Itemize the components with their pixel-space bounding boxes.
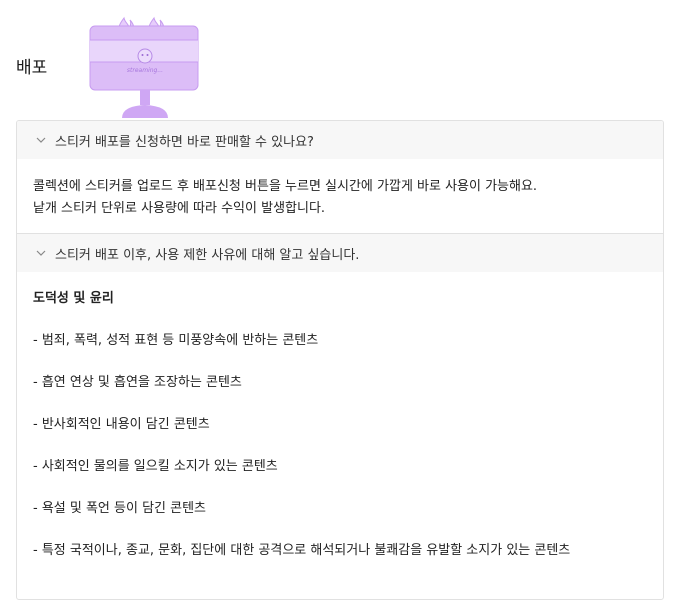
faq-question: 스티커 배포 이후, 사용 제한 사유에 대해 알고 싶습니다. [55,247,360,263]
restriction-rule: - 특정 국적이나, 종교, 문화, 집단에 대한 공격으로 해석되거나 불쾌감… [33,543,571,558]
faq-item-1-answer: 콜렉션에 스티커를 업로드 후 배포신청 버튼을 누르면 실시간에 가깝게 바로… [17,159,663,233]
restriction-rule: - 반사회적인 내용이 담긴 콘텐츠 [33,417,210,432]
faq-item-2-header[interactable]: 스티커 배포 이후, 사용 제한 사유에 대해 알고 싶습니다. [17,234,663,272]
answer-line: 콜렉션에 스티커를 업로드 후 배포신청 버튼을 누르면 실시간에 가깝게 바로… [33,179,538,194]
restriction-rule: - 사회적인 물의를 일으킬 소지가 있는 콘텐츠 [33,459,278,474]
restriction-rule: - 욕설 및 폭언 등이 담긴 콘텐츠 [33,501,207,516]
answer-subheading: 도덕성 및 윤리 [33,291,114,306]
chevron-down-icon [36,250,46,256]
screen-text: streaming... [127,67,163,74]
faq-item-1-header[interactable]: 스티커 배포를 신청하면 바로 판매할 수 있나요? [17,121,663,159]
faq-accordion: 스티커 배포를 신청하면 바로 판매할 수 있나요? 콜렉션에 스티커를 업로드… [16,120,664,600]
restriction-rule: - 범죄, 폭력, 성적 표현 등 미풍양속에 반하는 콘텐츠 [33,333,319,348]
faq-item-2-answer: 도덕성 및 윤리 - 범죄, 폭력, 성적 표현 등 미풍양속에 반하는 콘텐츠… [17,272,663,562]
faq-question: 스티커 배포를 신청하면 바로 판매할 수 있나요? [55,134,314,150]
restriction-rule: - 흡연 연상 및 흡연을 조장하는 콘텐츠 [33,375,242,390]
chevron-down-icon [36,137,46,143]
answer-line: 낱개 스티커 단위로 사용량에 따라 수익이 발생합니다. [33,201,326,216]
section-title: 배포 [16,58,48,78]
computer-monitor-illustration: streaming... [89,16,199,118]
